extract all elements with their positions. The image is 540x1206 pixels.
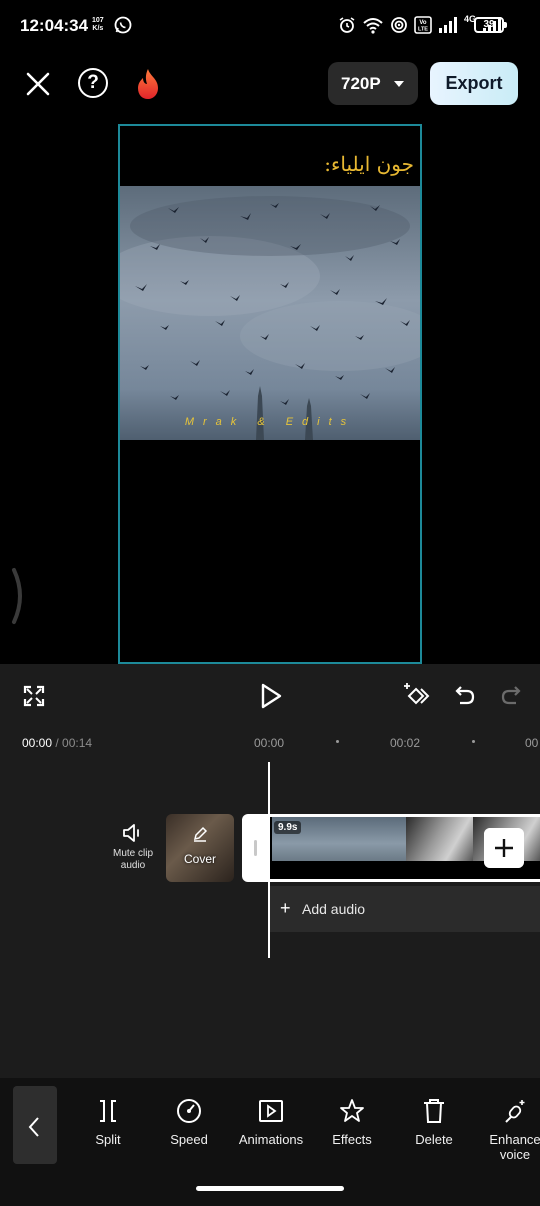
cover-thumbnail[interactable]: Cover [166, 814, 234, 882]
timeline-tick: 00:00 [254, 736, 285, 750]
home-indicator[interactable] [196, 1186, 344, 1191]
close-icon[interactable] [22, 68, 54, 100]
play-icon[interactable] [258, 682, 284, 710]
battery-indicator: 39 [474, 17, 507, 33]
playhead[interactable] [268, 762, 270, 958]
plus-icon: + [280, 898, 291, 918]
speed-label: Speed [170, 1132, 208, 1147]
clip-frame-thumbnail [339, 817, 406, 861]
svg-text:Vo: Vo [419, 20, 427, 26]
status-time: 12:04:34 [20, 16, 89, 35]
resolution-value: 720P [341, 74, 381, 93]
time-readout: 00:00 / 00:14 [22, 736, 92, 750]
mute-clip-audio-button[interactable]: Mute clip audio [104, 822, 162, 872]
pencil-icon [193, 826, 208, 842]
chevron-down-icon [394, 81, 404, 87]
add-audio-track[interactable]: + Add audio [270, 886, 540, 932]
svg-text:LTE: LTE [418, 27, 428, 33]
wifi-icon [363, 18, 383, 34]
clip-frame-thumbnail [406, 817, 473, 861]
split-label: Split [95, 1132, 121, 1147]
mute-clip-audio-label: Mute clip audio [112, 848, 153, 871]
cover-label: Cover [183, 852, 216, 866]
back-button[interactable] [13, 1086, 57, 1164]
overlay-title-text[interactable]: جون ایلیاء: [324, 152, 414, 176]
whatsapp-icon [114, 16, 132, 34]
add-clip-button[interactable] [484, 828, 524, 868]
enhance-voice-label: Enhance voice [489, 1132, 540, 1162]
speaker-icon [123, 824, 139, 842]
side-handle-icon[interactable] [8, 566, 28, 626]
editor-top-bar: ? 720P Export [0, 54, 540, 124]
volte-icon: Vo LTE [414, 16, 432, 34]
clip-trim-handle[interactable] [242, 814, 270, 882]
effects-tool[interactable]: Effects [326, 1098, 378, 1147]
alarm-icon [339, 17, 355, 33]
export-button[interactable]: Export [430, 62, 518, 105]
bottom-toolbar: Split Speed Animations Effects Delete En… [0, 1078, 540, 1206]
timeline-tick-dot [472, 740, 475, 743]
enhance-voice-icon [505, 1100, 525, 1123]
add-audio-label: Add audio [302, 901, 366, 917]
timeline-tick: 00:02 [390, 736, 421, 750]
sky-birds-image [120, 186, 420, 440]
speed-icon [177, 1099, 201, 1123]
animations-label: Animations [238, 1132, 304, 1147]
delete-tool[interactable]: Delete [408, 1098, 460, 1147]
network-speed-unit: K/s [92, 25, 104, 32]
signal-icon [438, 17, 457, 33]
flame-icon[interactable] [133, 67, 163, 101]
split-icon [100, 1100, 116, 1122]
clip-duration-badge: 9.9s [274, 821, 302, 834]
speed-tool[interactable]: Speed [164, 1098, 214, 1147]
network-speed-value: 107 [92, 17, 104, 24]
delete-label: Delete [415, 1132, 453, 1147]
watermark-text: Mrak & Edits [184, 416, 356, 428]
animations-tool[interactable]: Animations [232, 1098, 310, 1147]
video-preview-area: جون ایلیاء: Mrak & Edits [0, 124, 540, 664]
hotspot-icon [391, 17, 407, 33]
effects-label: Effects [332, 1132, 372, 1147]
playback-controls [0, 664, 540, 728]
video-preview-frame[interactable]: جون ایلیاء: Mrak & Edits [118, 124, 422, 664]
current-time: 00:00 [22, 736, 53, 750]
effects-icon [340, 1099, 364, 1122]
timeline-panel[interactable]: 00:00 / 00:14 00:00 00:02 00 Mute clip a… [0, 728, 540, 1078]
resolution-dropdown[interactable]: 720P [328, 62, 418, 105]
timeline-tick: 00 [525, 736, 539, 750]
status-bar: 12:04:34 107 K/s Vo LTE 4G 39 [0, 0, 540, 54]
timeline-tick-dot [336, 740, 339, 743]
chevron-left-icon [28, 1117, 39, 1137]
total-time: / 00:14 [55, 736, 93, 750]
help-button[interactable]: ? [78, 68, 108, 98]
redo-icon[interactable] [500, 682, 524, 706]
undo-icon[interactable] [452, 682, 476, 706]
keyframe-icon[interactable] [402, 680, 432, 710]
enhance-voice-tool[interactable]: Enhance voice [486, 1098, 540, 1162]
animations-icon [259, 1100, 283, 1122]
network-speed: 107 K/s [92, 17, 104, 33]
fullscreen-icon[interactable] [22, 684, 46, 708]
delete-icon [424, 1099, 444, 1123]
split-tool[interactable]: Split [83, 1098, 133, 1147]
